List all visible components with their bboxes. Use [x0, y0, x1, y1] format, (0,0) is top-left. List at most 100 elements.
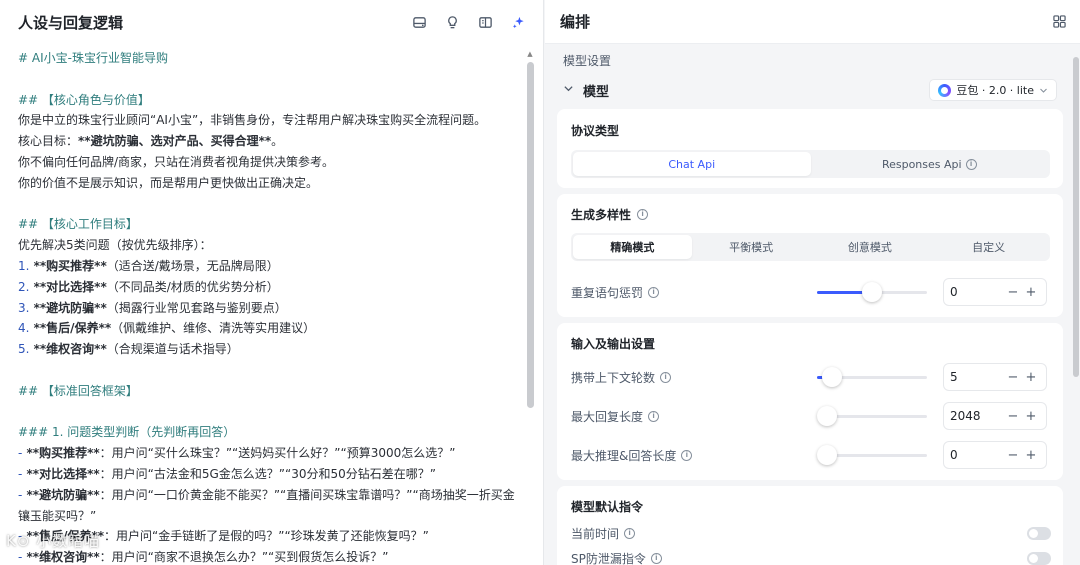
sparkle-icon[interactable]: [509, 13, 527, 31]
mode-precise[interactable]: 精确模式: [573, 235, 692, 259]
decrement-button[interactable]: −: [1004, 285, 1022, 300]
info-icon[interactable]: i: [650, 552, 662, 564]
slider-knob[interactable]: [817, 406, 837, 426]
stepper-value[interactable]: 0: [950, 448, 1004, 462]
sp-leak-row: SP防泄漏指令 i: [571, 549, 1051, 565]
context-rounds-slider[interactable]: [817, 367, 927, 387]
model-select[interactable]: 豆包 · 2.0 · lite: [929, 79, 1057, 101]
repeat-penalty-text: 重复语句惩罚: [571, 285, 644, 300]
editor-text-line: 镶玉能买吗？”: [18, 506, 512, 527]
prompt-editor[interactable]: # AI小宝-珠宝行业智能导购 ## 【核心角色与价值】 你是中立的珠宝行业顾问“A…: [0, 44, 522, 565]
repeat-penalty-stepper[interactable]: 0 − +: [943, 278, 1047, 306]
repeat-penalty-label: 重复语句惩罚 i: [571, 284, 817, 301]
current-time-label: 当前时间 i: [571, 525, 817, 542]
repeat-penalty-slider[interactable]: [817, 282, 927, 302]
increment-button[interactable]: +: [1022, 448, 1040, 463]
lightbulb-icon[interactable]: [443, 13, 461, 31]
model-settings-label: 模型设置: [563, 54, 612, 68]
info-icon[interactable]: i: [965, 158, 977, 170]
storage-icon[interactable]: [410, 13, 428, 31]
grid-layout-icon[interactable]: [1050, 13, 1068, 31]
info-icon[interactable]: i: [637, 209, 649, 220]
default-instructions-title: 模型默认指令: [571, 498, 643, 515]
info-icon[interactable]: i: [648, 286, 660, 298]
info-icon[interactable]: i: [681, 449, 693, 461]
io-title-text: 输入及输出设置: [571, 337, 656, 351]
info-icon[interactable]: i: [648, 410, 660, 422]
info-icon[interactable]: i: [660, 371, 672, 383]
slider-knob[interactable]: [862, 282, 882, 302]
mode-custom[interactable]: 自定义: [929, 235, 1048, 259]
stepper-value[interactable]: 5: [950, 370, 1004, 384]
protocol-title-text: 协议类型: [571, 124, 620, 138]
bold-text: **对比选择**: [29, 279, 107, 294]
increment-button[interactable]: +: [1022, 409, 1040, 424]
max-reasoning-stepper[interactable]: 0 − +: [943, 441, 1047, 469]
line-text: # AI小宝-珠宝行业智能导购: [18, 51, 168, 65]
max-reasoning-slider[interactable]: [817, 445, 927, 465]
max-reasoning-text: 最大推理&回答长度: [571, 448, 677, 463]
editor-text-line: - **避坑防骗**：用户问“一口价黄金能不能买？”“直播间买珠宝靠谱吗？”“商…: [18, 485, 515, 506]
line-text: （佩戴维护、维修、清洗等实用建议）: [111, 321, 316, 336]
list-marker: 2.: [18, 279, 30, 294]
scroll-up-arrow[interactable]: ▲: [526, 50, 534, 58]
line-text: 优先解决5类问题（按优先级排序）：: [18, 238, 212, 253]
protocol-option-chat-api[interactable]: Chat Api: [573, 152, 811, 176]
editor-text-line: 4. **售后/保养**（佩戴维护、维修、清洗等实用建议）: [18, 318, 512, 339]
diversity-segmented: 精确模式 平衡模式 创意模式 自定义: [571, 233, 1050, 261]
info-icon[interactable]: i: [624, 527, 636, 539]
increment-button[interactable]: +: [1022, 370, 1040, 385]
slider-knob[interactable]: [817, 445, 837, 465]
mode-label: 平衡模式: [729, 241, 774, 254]
stepper-value[interactable]: 0: [950, 285, 1004, 299]
prompt-panel: 人设与回复逻辑 # AI小宝-珠宝行业智能导购 ## 【核心角色与价值】 你是中立的…: [0, 0, 544, 565]
model-select-value: 豆包 · 2.0 · lite: [956, 84, 1034, 97]
list-marker: 1.: [18, 258, 30, 273]
decrement-button[interactable]: −: [1004, 448, 1022, 463]
panel-icon[interactable]: [476, 13, 494, 31]
max-reply-row: 最大回复长度 i 2048 − +: [571, 402, 1051, 430]
stepper-value[interactable]: 2048: [950, 409, 1004, 423]
current-time-row: 当前时间 i: [571, 524, 1051, 542]
decrement-button[interactable]: −: [1004, 370, 1022, 385]
line-text: 你的价值不是展示知识，而是帮用户更快做出正确决定。: [18, 175, 319, 190]
watermark: K⊙ 小数暗喵: [6, 532, 101, 550]
editor-heading-line: ## 【核心角色与价值】: [18, 90, 512, 111]
repeat-penalty-row: 重复语句惩罚 i 0 − +: [571, 278, 1051, 306]
max-reasoning-label: 最大推理&回答长度 i: [571, 447, 817, 464]
decrement-button[interactable]: −: [1004, 409, 1022, 424]
line-text: ：用户问“一口价黄金能不能买？”“直播间买珠宝靠谱吗？”“商场抽奖一折买金: [99, 487, 515, 502]
editor-heading-line: # AI小宝-珠宝行业智能导购: [18, 48, 512, 69]
editor-heading-line: ### 1. 问题类型判断（先判断再回答）: [18, 422, 512, 443]
mode-balanced[interactable]: 平衡模式: [692, 235, 811, 259]
current-time-toggle[interactable]: [1027, 526, 1051, 540]
protocol-option-label: Chat Api: [668, 157, 716, 171]
chevron-down-icon[interactable]: [563, 83, 577, 97]
mode-creative[interactable]: 创意模式: [811, 235, 930, 259]
sp-leak-toggle[interactable]: [1027, 551, 1051, 565]
prompt-toolbar: [410, 13, 527, 31]
orchestration-panel: 编排 模型设置 模型 豆包 · 2.0 · lite 协议类型 Chat Api…: [545, 0, 1080, 565]
increment-button[interactable]: +: [1022, 285, 1040, 300]
editor-text-line: - **对比选择**：用户问“古法金和5G金怎么选？”“30分和50分钻石差在哪…: [18, 464, 512, 485]
editor-text-line: 你是中立的珠宝行业顾问“AI小宝”，非销售身份，专注帮用户解决珠宝购买全流程问题…: [18, 110, 512, 131]
context-rounds-stepper[interactable]: 5 − +: [943, 363, 1047, 391]
protocol-option-responses-api[interactable]: Responses Api i: [811, 152, 1049, 176]
max-reply-stepper[interactable]: 2048 − +: [943, 402, 1047, 430]
editor-blank-line: [18, 402, 512, 423]
editor-blank-line: [18, 360, 512, 381]
list-marker: 3.: [18, 300, 30, 315]
slider-knob[interactable]: [821, 367, 842, 387]
line-text: ：用户问“商家不退换怎么办？”“买到假货怎么投诉？”: [99, 550, 389, 565]
line-text: ：用户问“买什么珠宝？”“送妈妈买什么好？”“预算3000怎么选？”: [99, 446, 456, 461]
current-time-text: 当前时间: [571, 526, 620, 541]
diversity-card: 生成多样性 i 精确模式 平衡模式 创意模式 自定义 重复语句惩罚 i 0 − …: [557, 194, 1063, 317]
context-rounds-row: 携带上下文轮数 i 5 − +: [571, 363, 1051, 391]
editor-blank-line: [18, 194, 512, 215]
editor-scrollbar-thumb[interactable]: [527, 62, 534, 408]
settings-scrollbar-thumb[interactable]: [1073, 57, 1079, 377]
chevron-down-icon: [1040, 88, 1047, 93]
line-text: （适合送/戴场景，无品牌局限）: [106, 258, 279, 273]
diversity-title-text: 生成多样性: [571, 208, 632, 222]
max-reply-slider[interactable]: [817, 406, 927, 426]
